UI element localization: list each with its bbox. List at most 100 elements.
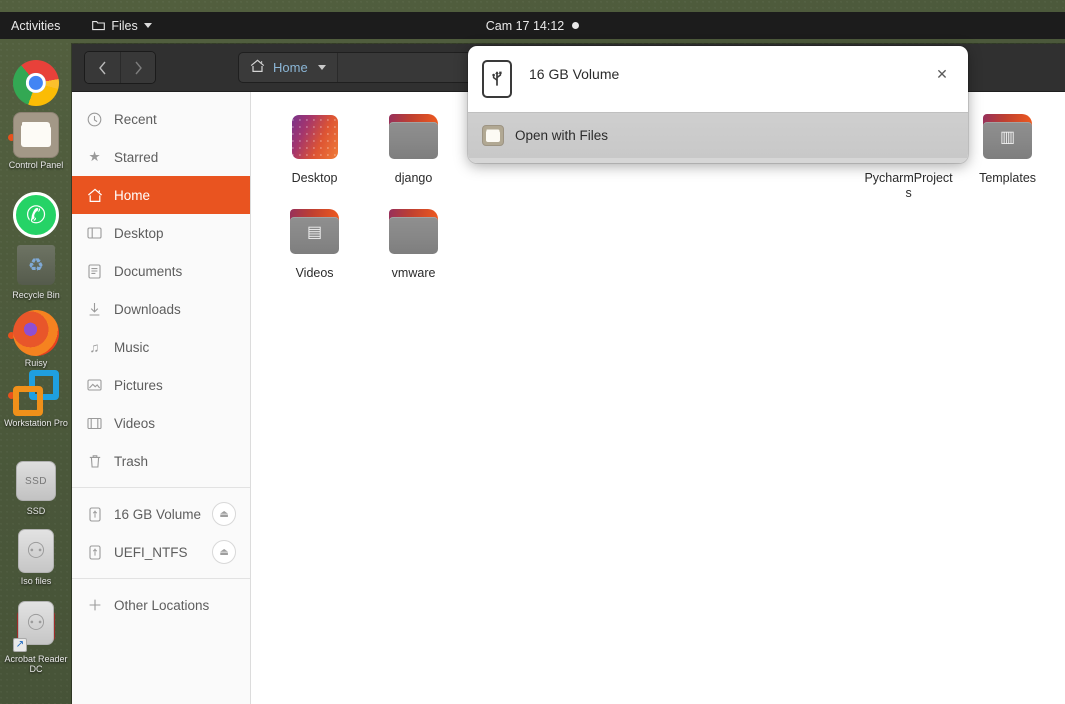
usb-drive-icon <box>86 544 103 561</box>
sidebar-item-recent[interactable]: Recent <box>72 100 250 138</box>
plus-icon <box>86 597 103 614</box>
chevron-down-icon <box>143 23 152 28</box>
file-item-label: Videos <box>295 266 334 280</box>
open-with-files-button[interactable]: Open with Files <box>468 112 968 158</box>
path-bar: Home <box>238 52 498 83</box>
sidebar-item-label: Other Locations <box>114 597 210 613</box>
sidebar-item-label: Home <box>114 187 151 203</box>
desktop-icon-label: Recycle Bin <box>12 290 60 300</box>
eject-button[interactable]: ⏏ <box>212 540 237 564</box>
image-icon <box>86 377 103 394</box>
home-icon <box>86 187 103 204</box>
sidebar-item-label: Pictures <box>114 377 163 393</box>
sidebar-item-downloads[interactable]: Downloads <box>72 290 250 328</box>
sidebar: Recent ★ Starred Home Desktop Documents … <box>72 92 252 704</box>
trash-icon <box>86 453 103 470</box>
sidebar-item-label: Trash <box>114 453 149 469</box>
file-item-vmware[interactable]: vmware <box>364 201 463 281</box>
file-item-label: django <box>394 171 433 185</box>
sidebar-separator <box>72 487 251 488</box>
folder-icon <box>13 112 59 158</box>
desktop-icon-label: Acrobat Reader DC <box>4 654 68 674</box>
sidebar-item-trash[interactable]: Trash <box>72 442 250 480</box>
desktop-icon <box>86 225 103 242</box>
notification-dot-icon <box>572 22 580 29</box>
eject-button[interactable]: ⏏ <box>212 502 237 526</box>
file-item-templates[interactable]: ▥ Templates <box>958 106 1057 201</box>
clock-label: Cam 17 14:12 <box>485 18 565 33</box>
sidebar-item-home[interactable]: Home <box>72 176 251 214</box>
desktop-icon-acrobat-reader[interactable]: ↗ Acrobat Reader DC <box>0 600 72 674</box>
notification-title: 16 GB Volume <box>529 66 620 82</box>
app-menu-button[interactable]: Files <box>92 19 152 33</box>
sidebar-separator <box>72 578 251 579</box>
close-icon[interactable]: ✕ <box>933 65 951 83</box>
desktop-wallpaper-thumbnail <box>289 114 341 162</box>
clock-area[interactable]: Cam 17 14:12 <box>0 19 1065 33</box>
sidebar-item-label: Documents <box>114 263 183 279</box>
file-grid-view[interactable]: Desktop django PycharmProjects ▥ Templat… <box>251 92 1065 704</box>
desktop-icon-recycle-bin[interactable]: Recycle Bin <box>0 242 72 300</box>
sidebar-item-videos[interactable]: Videos <box>72 404 250 442</box>
download-icon <box>86 301 103 318</box>
desktop-icon-label: Control Panel <box>8 160 64 170</box>
desktop-icon-ssd[interactable]: SSD SSD <box>0 458 72 516</box>
desktop-icon-control-panel[interactable]: Control Panel <box>0 112 72 170</box>
screen: Control Panel Recycle Bin Ruisy Workstat… <box>0 0 1065 704</box>
home-icon <box>250 59 265 76</box>
sidebar-item-label: Recent <box>114 111 157 127</box>
sidebar-item-label: 16 GB Volume <box>114 506 202 522</box>
folder-icon: ▤ <box>289 209 341 257</box>
video-icon <box>86 415 103 432</box>
sidebar-item-other-locations[interactable]: Other Locations <box>72 586 250 624</box>
forward-button[interactable] <box>120 52 155 83</box>
sidebar-item-music[interactable]: ♫ Music <box>72 328 250 366</box>
desktop-icon-iso-files[interactable]: Iso files <box>0 528 72 586</box>
sidebar-item-documents[interactable]: Documents <box>72 252 250 290</box>
videos-emblem-icon: ▤ <box>307 224 323 241</box>
notification-footer <box>468 158 968 163</box>
sidebar-item-desktop[interactable]: Desktop <box>72 214 250 252</box>
folder-icon <box>482 125 504 146</box>
file-item-label: Templates <box>979 171 1037 185</box>
whatsapp-icon <box>13 192 59 238</box>
hard-drive-icon: SSD <box>16 461 56 501</box>
sidebar-item-label: Downloads <box>114 301 181 317</box>
recycle-bin-icon <box>17 245 55 285</box>
usb-drive-icon <box>86 506 103 523</box>
desktop-icon-label: Ruisy <box>24 358 48 368</box>
star-icon: ★ <box>88 149 101 164</box>
clock-icon <box>86 111 103 128</box>
file-item-label: vmware <box>391 266 436 280</box>
desktop-icon-firefox[interactable]: Ruisy <box>0 310 72 368</box>
sidebar-item-starred[interactable]: ★ Starred <box>72 138 250 176</box>
volume-notification-popup[interactable]: 16 GB Volume ✕ Open with Files <box>468 46 968 163</box>
shortcut-arrow-icon: ↗ <box>13 638 27 652</box>
gnome-top-bar: Activities Files Cam 17 14:12 <box>0 12 1065 39</box>
file-item-desktop[interactable]: Desktop <box>265 106 364 201</box>
sidebar-item-pictures[interactable]: Pictures <box>72 366 250 404</box>
file-item-videos[interactable]: ▤ Videos <box>265 201 364 281</box>
path-button-home[interactable]: Home <box>239 53 337 82</box>
desktop-icon-vmware[interactable]: Workstation Pro <box>0 370 72 428</box>
file-item-django[interactable]: django <box>364 106 463 201</box>
sidebar-item-16-gb-volume[interactable]: 16 GB Volume ⏏ <box>72 495 250 533</box>
window-body: Recent ★ Starred Home Desktop Documents … <box>72 92 1065 704</box>
desktop-icon-label: Workstation Pro <box>4 418 68 428</box>
music-icon: ♫ <box>89 339 100 355</box>
firefox-icon <box>13 310 59 356</box>
document-icon <box>86 263 103 280</box>
chevron-down-icon[interactable] <box>317 65 326 70</box>
desktop-icon-chrome[interactable] <box>0 60 72 108</box>
sidebar-item-uefi-ntfs[interactable]: UEFI_NTFS ⏏ <box>72 533 250 571</box>
sidebar-item-label: UEFI_NTFS <box>114 544 188 560</box>
folder-icon <box>388 114 440 162</box>
templates-emblem-icon: ▥ <box>1000 129 1016 146</box>
path-label: Home <box>273 60 308 75</box>
folder-icon <box>92 20 106 31</box>
vmware-icon <box>13 370 59 416</box>
folder-icon <box>388 209 440 257</box>
activities-button[interactable]: Activities <box>11 19 60 33</box>
desktop-icon-whatsapp[interactable] <box>0 192 72 240</box>
back-button[interactable] <box>85 52 120 83</box>
